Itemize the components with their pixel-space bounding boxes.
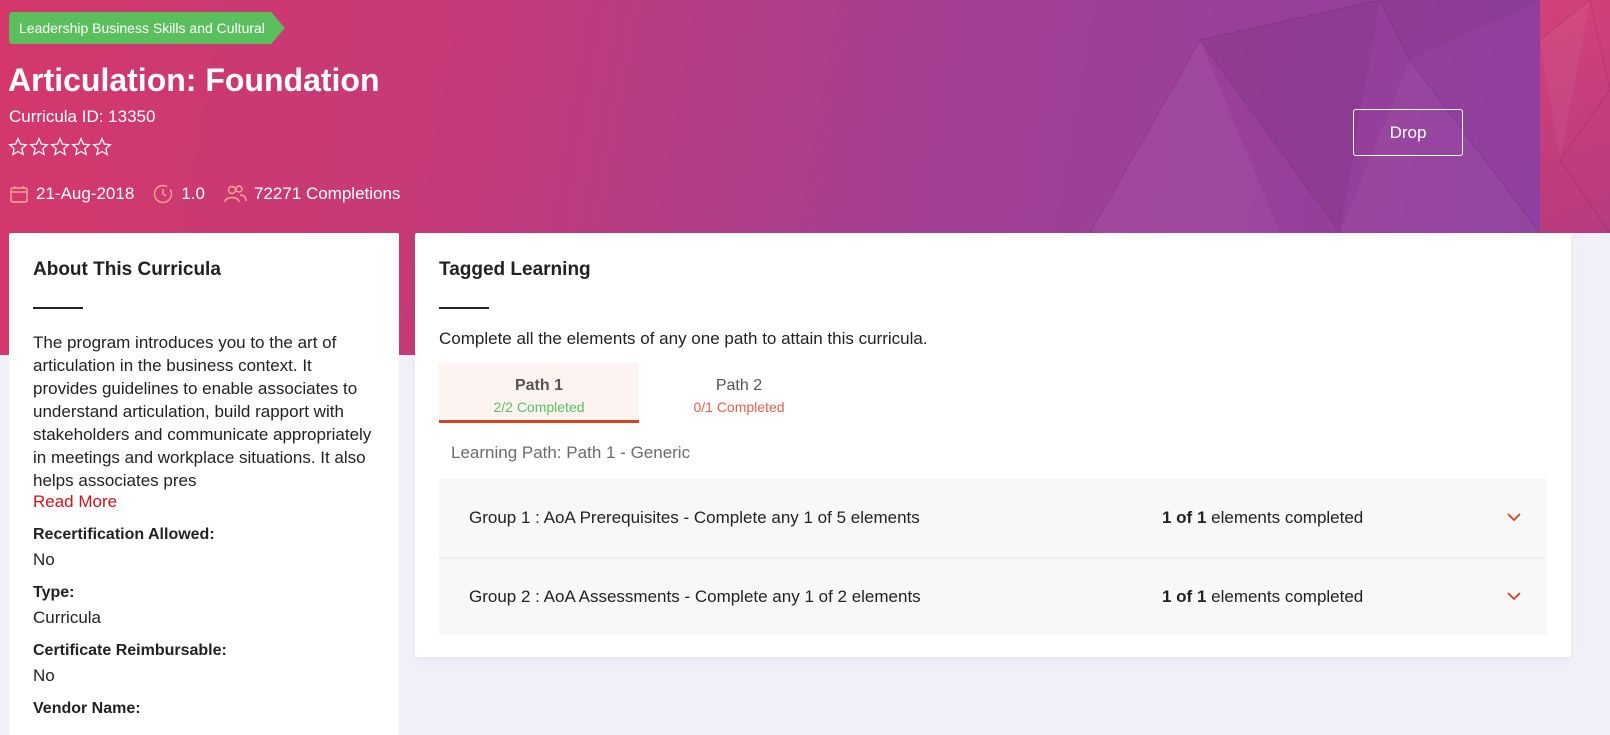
field-value: Curricula: [33, 608, 102, 627]
tab-status: 2/2 Completed: [493, 399, 585, 415]
about-heading: About This Curricula: [33, 259, 221, 280]
group-list: Group 1 : AoA Prerequisites - Complete a…: [439, 479, 1547, 635]
field-label: Recertification Allowed:: [33, 526, 215, 543]
hero-right-panel: [1540, 0, 1610, 233]
group-status-suffix: elements completed: [1206, 587, 1364, 606]
group-row[interactable]: Group 1 : AoA Prerequisites - Complete a…: [439, 479, 1547, 559]
group-name: Group 1 : AoA Prerequisites - Complete a…: [469, 508, 920, 527]
field-label: Certificate Reimbursable:: [33, 642, 227, 659]
star-icon[interactable]: [29, 137, 49, 157]
tagged-learning-card: Tagged Learning Complete all the element…: [415, 233, 1571, 657]
instruction-text: Complete all the elements of any one pat…: [439, 329, 928, 348]
group-status: 1 of 1 elements completed: [1162, 508, 1502, 528]
star-icon[interactable]: [92, 137, 112, 157]
tab-label: Path 1: [514, 377, 563, 394]
tab-path-1[interactable]: Path 1 2/2 Completed: [439, 363, 639, 423]
page-title: Articulation: Foundation: [8, 62, 380, 98]
clock-icon: [154, 184, 173, 204]
tab-status: 0/1 Completed: [693, 399, 785, 415]
curricula-id: Curricula ID: 13350: [9, 107, 156, 126]
tab-path-2[interactable]: Path 2 0/1 Completed: [639, 363, 839, 423]
field-value: No: [33, 550, 55, 569]
tagged-heading: Tagged Learning: [439, 259, 591, 280]
heading-divider: [439, 307, 489, 309]
completions-text: 72271 Completions: [253, 184, 401, 203]
group-count: 1 of 1: [1162, 587, 1207, 606]
duration-text: 1.0: [181, 184, 205, 203]
heading-divider: [33, 307, 83, 309]
learning-path-label: Learning Path: Path 1 - Generic: [451, 443, 691, 462]
duration-meta: 1.0: [152, 183, 205, 205]
hero-decoration: [1089, 0, 1540, 233]
category-tag: Leadership Business Skills and Cultural: [9, 12, 285, 44]
field-label: Type:: [33, 584, 75, 601]
group-count: 1 of 1: [1162, 508, 1207, 527]
field-value: No: [33, 666, 55, 685]
date-text: 21-Aug-2018: [36, 184, 135, 203]
completions-meta: 72271 Completions: [223, 184, 400, 204]
group-status: 1 of 1 elements completed: [1162, 587, 1502, 607]
about-description: The program introduces you to the art of…: [33, 333, 372, 490]
meta-row: 21-Aug-2018 1.0 72271 Completions: [9, 183, 418, 205]
path-tabs: Path 1 2/2 Completed Path 2 0/1 Complete…: [439, 363, 1547, 423]
read-more-link[interactable]: Read More: [33, 492, 375, 512]
chevron-down-icon[interactable]: [1507, 591, 1521, 601]
star-icon[interactable]: [50, 137, 70, 157]
field-label: Vendor Name:: [33, 700, 141, 717]
hero-right-decoration: [1540, 0, 1610, 233]
star-icon[interactable]: [8, 137, 28, 157]
calendar-icon: [10, 186, 28, 203]
star-rating[interactable]: [8, 137, 112, 157]
group-row[interactable]: Group 2 : AoA Assessments - Complete any…: [439, 559, 1547, 635]
date-meta: 21-Aug-2018: [9, 184, 134, 204]
tab-label: Path 2: [715, 377, 763, 394]
star-icon[interactable]: [71, 137, 91, 157]
group-status-suffix: elements completed: [1206, 508, 1364, 527]
users-icon: [224, 185, 247, 203]
drop-button[interactable]: Drop: [1353, 109, 1463, 156]
chevron-down-icon[interactable]: [1507, 512, 1521, 522]
group-name: Group 2 : AoA Assessments - Complete any…: [469, 587, 921, 606]
about-card: About This Curricula The program introdu…: [9, 233, 399, 735]
